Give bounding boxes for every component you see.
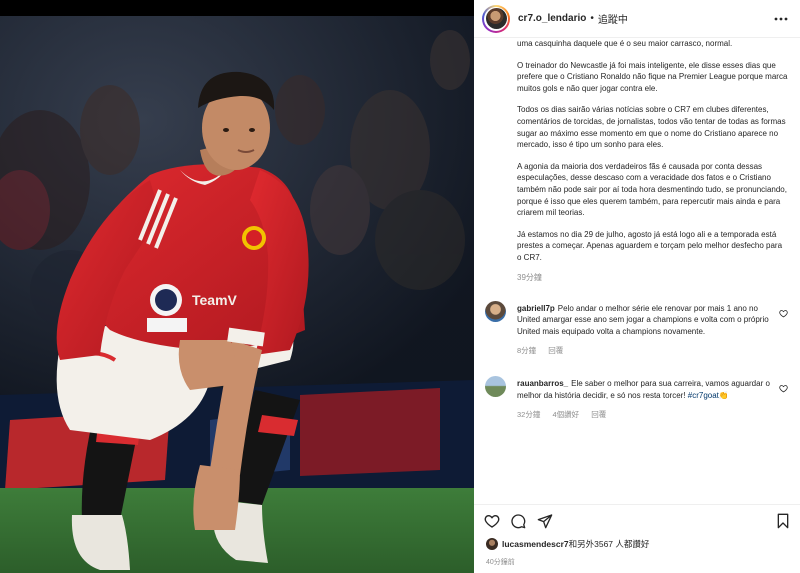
post-actions	[474, 504, 800, 532]
reply-button[interactable]: 回覆	[548, 346, 563, 355]
comment-meta: 8分鐘 回覆	[517, 345, 788, 356]
player-photo-illustration: TeamV	[0, 0, 474, 573]
post-photo: TeamV	[0, 0, 474, 573]
post-header: cr7.o_lendario • 追蹤中	[474, 0, 800, 38]
reply-button[interactable]: 回覆	[591, 410, 606, 419]
profile-avatar[interactable]	[482, 4, 510, 33]
caption-paragraph: A agonia da maioria dos verdadeiros fãs …	[517, 161, 787, 218]
post-username[interactable]: cr7.o_lendario	[518, 13, 586, 24]
bookmark-icon[interactable]	[776, 513, 790, 534]
separator-dot: •	[590, 13, 594, 24]
caption-paragraph: Já estamos no dia 29 de julho, agosto já…	[517, 229, 783, 262]
caption-time: 39分鐘	[517, 272, 542, 282]
caption-paragraph: O treinador do Newcastle já foi mais int…	[517, 60, 788, 93]
liker-avatar	[486, 538, 498, 550]
comment-text: gabriell7p Pelo andar o melhor série ele …	[517, 303, 788, 338]
post-sidebar: cr7.o_lendario • 追蹤中 uma casquinha daque…	[474, 0, 800, 573]
comment-username[interactable]: gabriell7p	[517, 304, 555, 313]
comment-username[interactable]: rauanbarros_	[517, 379, 568, 388]
comment-text: rauanbarros_ Ele saber o melhor para sua …	[517, 378, 788, 401]
following-button[interactable]: 追蹤中	[598, 11, 628, 26]
comment-meta: 32分鐘 4個讚好 回覆	[517, 409, 788, 420]
comment-heart-icon[interactable]	[779, 380, 788, 398]
post-age: 40分鐘前	[486, 559, 515, 566]
share-icon[interactable]	[537, 513, 553, 534]
comment-time: 8分鐘	[517, 346, 537, 356]
likes-count-text: 和另外3567 人都讚好	[568, 539, 650, 549]
comment-item: gabriell7p Pelo andar o melhor série ele …	[485, 300, 788, 357]
comment-heart-icon[interactable]	[779, 305, 788, 323]
comment-hashtag[interactable]: #cr7goat	[688, 391, 719, 400]
heart-icon[interactable]	[484, 513, 500, 534]
comment-avatar[interactable]	[485, 300, 506, 322]
clap-emoji: 👏	[718, 390, 729, 400]
comment-avatar[interactable]	[485, 376, 506, 398]
comments-scroll-area[interactable]: uma casquinha daquele que é o seu maior …	[474, 38, 800, 500]
svg-text:TeamV: TeamV	[192, 292, 238, 308]
more-horizontal-icon[interactable]	[774, 9, 788, 23]
comment-icon[interactable]	[510, 513, 526, 534]
avatar-image	[485, 8, 507, 29]
liker-username[interactable]: lucasmendescr7	[502, 539, 569, 549]
post-caption: uma casquinha daquele que é o seu maior …	[517, 38, 788, 283]
comment-time: 32分鐘	[517, 410, 541, 420]
comment-item: rauanbarros_ Ele saber o melhor para sua …	[485, 376, 788, 420]
likes-summary[interactable]: lucasmendescr7和另外3567 人都讚好	[486, 538, 649, 550]
caption-paragraph: uma casquinha daquele que é o seu maior …	[517, 39, 733, 48]
comment-likes[interactable]: 4個讚好	[552, 410, 579, 419]
caption-paragraph: Todos os dias sairão várias notícias sob…	[517, 105, 786, 150]
